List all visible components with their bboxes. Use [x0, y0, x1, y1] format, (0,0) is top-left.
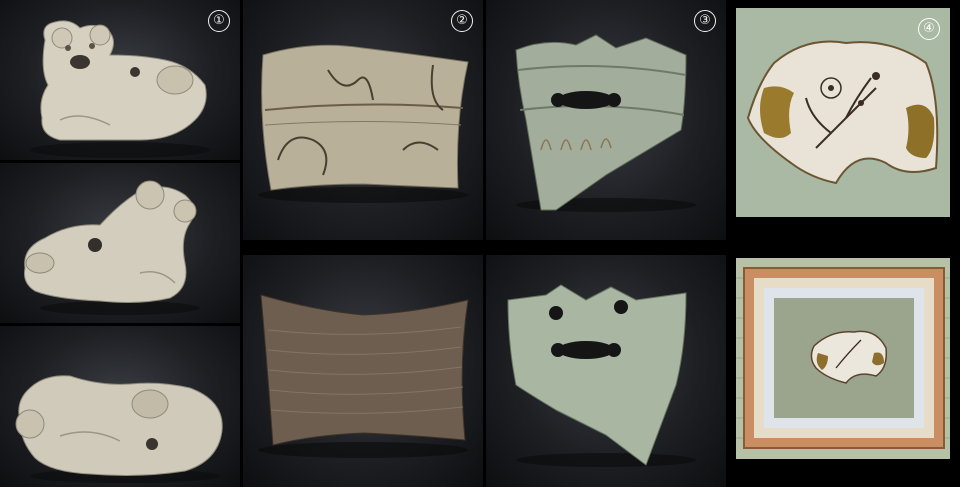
sherd-two-bottom-panel: [243, 255, 483, 487]
figure-number-one: ①: [208, 10, 230, 32]
sherd-three-top-panel: ③: [486, 0, 726, 240]
sherd-two-top-image: [258, 44, 469, 203]
figurine-top-image: [15, 375, 223, 483]
sherd-two-bottom-image: [258, 294, 469, 458]
figurine-side-image: [24, 180, 200, 315]
figure-number-three: ③: [694, 10, 716, 32]
plate-four-image: [746, 40, 939, 185]
plate-four-panel: ④: [736, 8, 950, 217]
framed-plate-panel: [736, 258, 950, 459]
figure-number-four: ④: [918, 18, 940, 40]
sherd-three-top-image: [515, 34, 696, 212]
figure-number-two: ②: [451, 10, 473, 32]
sherd-two-top-panel: ②: [243, 0, 483, 240]
figurine-top-panel: [0, 326, 240, 487]
figurine-side-panel: [0, 163, 240, 323]
framed-plate-image: [736, 258, 950, 459]
sherd-three-bottom-panel: [486, 255, 726, 487]
figurine-front-panel: ①: [0, 0, 240, 160]
sherd-three-bottom-image: [507, 284, 696, 467]
figurine-front-image: [30, 20, 210, 158]
